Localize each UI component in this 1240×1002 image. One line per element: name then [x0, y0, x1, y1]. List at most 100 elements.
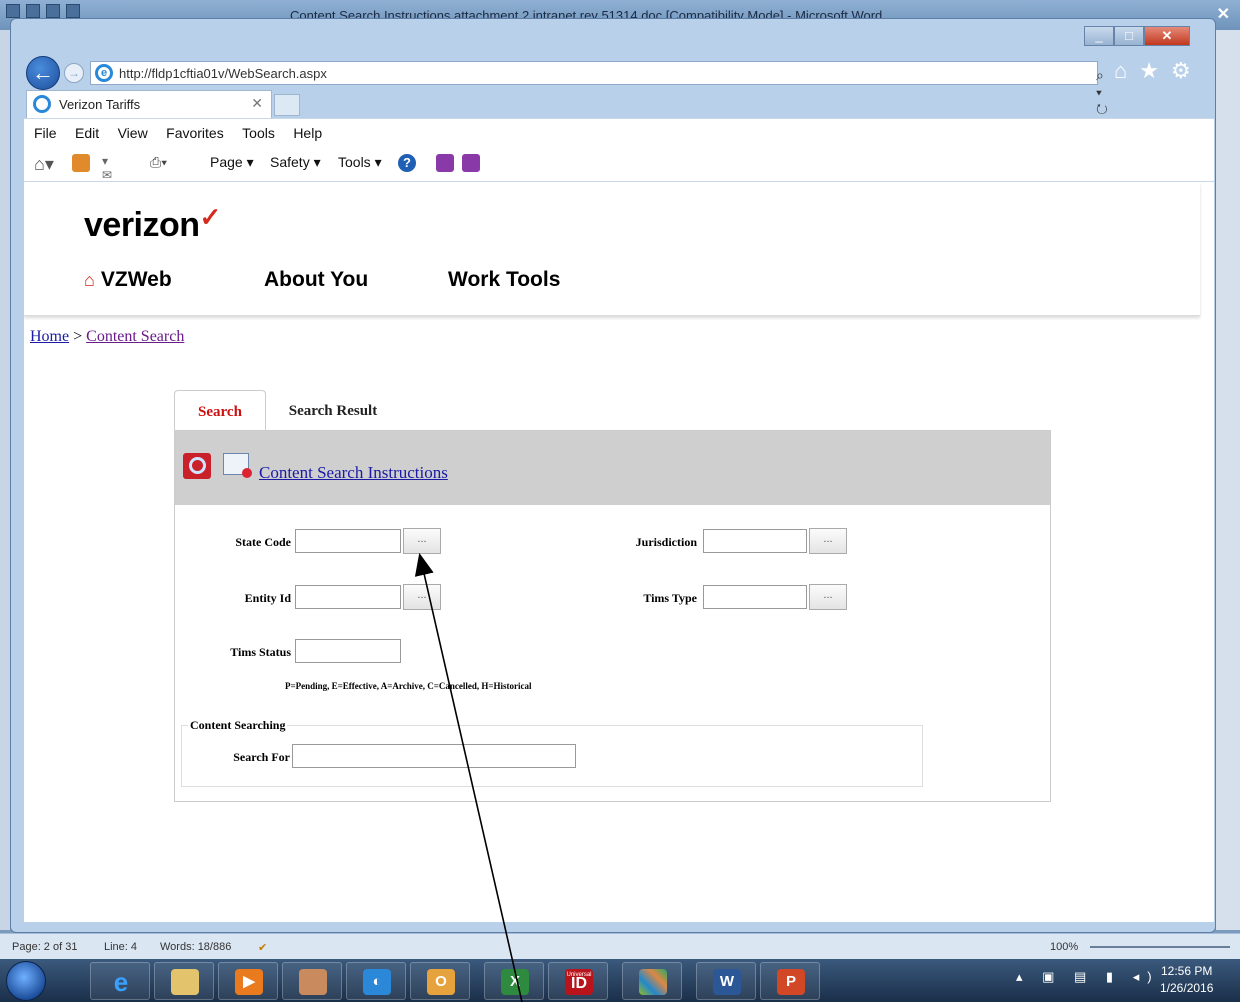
search-for-input[interactable] [292, 744, 576, 768]
taskbar-powerpoint[interactable]: P [760, 962, 820, 1000]
jurisdiction-input[interactable] [703, 529, 807, 553]
entity-id-input[interactable] [295, 585, 401, 609]
tab-search-result[interactable]: Search Result [270, 390, 396, 432]
nav-vzweb[interactable]: ⌂ VZWeb [84, 268, 172, 292]
status-page-count[interactable]: Page: 2 of 31 [12, 941, 77, 953]
jurisdiction-label: Jurisdiction [635, 535, 697, 549]
word-vertical-ruler [0, 30, 10, 930]
entity-id-picker-button[interactable]: ... [403, 584, 441, 610]
state-code-label: State Code [235, 535, 291, 549]
content-searching-legend: Content Searching [188, 718, 288, 733]
menu-tools[interactable]: Tools [242, 119, 275, 147]
universal-id-icon: Universal ID [565, 969, 593, 995]
menu-help[interactable]: Help [293, 119, 322, 147]
state-code-picker-button[interactable]: ... [403, 528, 441, 554]
taskbar-universal-id[interactable]: Universal ID [548, 962, 608, 1000]
breadcrumb: Home > Content Search [30, 328, 184, 346]
taskbar-paint[interactable] [282, 962, 342, 1000]
browser-window-controls: _ □ ✕ [1084, 26, 1190, 46]
taskbar-file-explorer[interactable] [154, 962, 214, 1000]
maximize-button[interactable]: □ [1114, 26, 1144, 46]
document-icon[interactable] [223, 453, 252, 478]
page-menu[interactable]: Page ▾ [210, 154, 254, 171]
taskbar-excel[interactable]: X [484, 962, 544, 1000]
word-scrollbar[interactable] [1216, 30, 1240, 930]
word-icon: W [713, 969, 741, 995]
taskbar-outlook[interactable]: O [410, 962, 470, 1000]
tab-close-icon[interactable]: ✕ [251, 95, 263, 112]
word-status-bar: Page: 2 of 31 Line: 4 Words: 18/886 ✔ 10… [0, 933, 1240, 959]
ie-tab-icon [33, 95, 51, 113]
close-button[interactable]: ✕ [1144, 26, 1190, 46]
taskbar-media-player[interactable]: ▶ [218, 962, 278, 1000]
browser-command-bar: ⌂▾ ▾ ✉ ⎙▾ Page ▾ Safety ▾ Tools ▾ ? [24, 146, 1214, 182]
tims-type-input[interactable] [703, 585, 807, 609]
content-search-instructions-link[interactable]: Content Search Instructions [259, 463, 448, 483]
taskbar-clock[interactable]: 12:56 PM 1/26/2016 [1160, 963, 1213, 997]
verizon-logo[interactable]: verizon✓ [84, 202, 221, 245]
zoom-slider[interactable] [1090, 946, 1230, 948]
browser-tab-row: Verizon Tariffs ✕ [24, 90, 1214, 118]
breadcrumb-content-search-link[interactable]: Content Search [86, 328, 184, 345]
verizon-check-icon: ✓ [199, 202, 222, 232]
menu-view[interactable]: View [118, 119, 148, 147]
paint-icon [299, 969, 327, 995]
onenote-icon[interactable] [436, 154, 454, 172]
clock-date: 1/26/2016 [1160, 981, 1214, 995]
status-word-count[interactable]: Words: 18/886 [160, 941, 231, 953]
home-cmd-icon[interactable]: ⌂▾ [34, 154, 54, 174]
search-magnifier-icon[interactable] [183, 453, 211, 479]
address-bar[interactable]: e http://fldp1cftia01v/WebSearch.aspx ⌕ … [90, 61, 1108, 117]
clock-time: 12:56 PM [1161, 964, 1213, 978]
tab-search[interactable]: Search [174, 390, 266, 432]
browser-menu-bar: File Edit View Favorites Tools Help [24, 118, 1214, 146]
start-button[interactable] [6, 961, 46, 1001]
excel-icon: X [501, 969, 529, 995]
system-tray[interactable]: ▴ ▣ ▤ ▮ ◂) [1016, 969, 1160, 985]
taskbar-game[interactable] [622, 962, 682, 1000]
browser-tab[interactable]: Verizon Tariffs ✕ [26, 90, 272, 118]
minimize-button[interactable]: _ [1084, 26, 1114, 46]
read-mail-icon[interactable]: ▾ ✉ [102, 154, 120, 182]
nav-about-you[interactable]: About You [264, 268, 368, 292]
onenote-linked-icon[interactable] [462, 154, 480, 172]
folder-icon [171, 969, 199, 995]
forward-button[interactable]: → [64, 63, 84, 83]
search-panel-header: Content Search Instructions [175, 431, 1050, 505]
taskbar-word[interactable]: W [696, 962, 756, 1000]
menu-file[interactable]: File [34, 119, 57, 147]
entity-id-label: Entity Id [244, 591, 291, 605]
ie-app-icon: e [113, 967, 129, 997]
breadcrumb-home-link[interactable]: Home [30, 328, 69, 345]
zoom-level[interactable]: 100% [1050, 941, 1078, 953]
lync-icon: ◐ [363, 969, 391, 995]
print-icon[interactable]: ⎙▾ [150, 154, 168, 172]
help-icon[interactable]: ? [398, 154, 416, 172]
tools-menu[interactable]: Tools ▾ [338, 154, 382, 171]
page-viewport: verizon✓ ⌂ VZWeb About You Work Tools Hom… [24, 182, 1214, 922]
outlook-icon: O [427, 969, 455, 995]
tims-status-input[interactable] [295, 639, 401, 663]
nav-work-tools[interactable]: Work Tools [448, 268, 560, 292]
new-tab-button[interactable] [274, 94, 300, 116]
tims-type-picker-button[interactable]: ... [809, 584, 847, 610]
proofing-icon[interactable]: ✔ [258, 941, 267, 954]
url-text[interactable]: http://fldp1cftia01v/WebSearch.aspx [119, 66, 327, 81]
media-player-icon: ▶ [235, 969, 263, 995]
taskbar-internet-explorer[interactable]: e [90, 962, 150, 1000]
favorites-star-icon[interactable]: ★ [1139, 58, 1159, 84]
menu-edit[interactable]: Edit [75, 119, 99, 147]
content-searching-group: Content Searching Search For [181, 718, 923, 787]
home-icon[interactable]: ⌂ [1114, 58, 1127, 84]
settings-gear-icon[interactable]: ⚙ [1171, 58, 1191, 84]
windows-taskbar: e ▶ ◐ O X Universal ID W P ▴ ▣ ▤ ▮ ◂) 12:… [0, 959, 1240, 1002]
menu-favorites[interactable]: Favorites [166, 119, 224, 147]
jurisdiction-picker-button[interactable]: ... [809, 528, 847, 554]
back-button[interactable]: ← [26, 56, 60, 90]
feeds-icon[interactable] [72, 154, 90, 172]
safety-menu[interactable]: Safety ▾ [270, 154, 321, 171]
state-code-input[interactable] [295, 529, 401, 553]
taskbar-lync[interactable]: ◐ [346, 962, 406, 1000]
tims-status-help-text: P=Pending, E=Effective, A=Archive, C=Can… [285, 681, 532, 691]
word-close-icon[interactable]: ✕ [1217, 4, 1230, 24]
